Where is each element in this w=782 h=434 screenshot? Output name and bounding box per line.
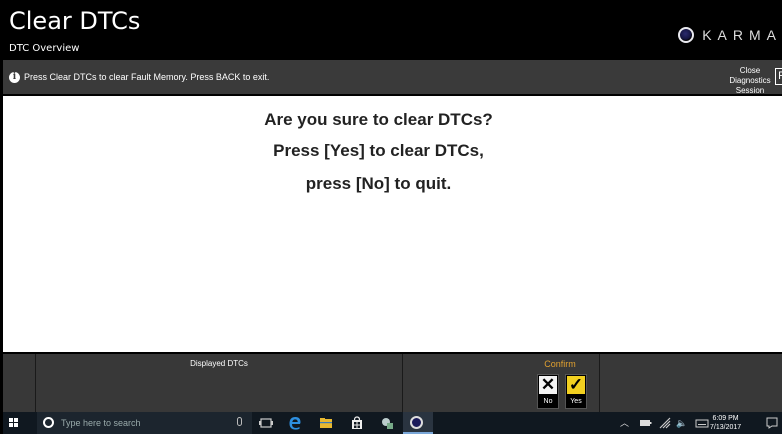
keyboard-icon[interactable] xyxy=(695,416,709,430)
page-subtitle: DTC Overview xyxy=(9,43,80,54)
confirm-no-instruction: press [No] to quit. xyxy=(305,174,452,193)
show-hidden-icons-icon[interactable]: ︿ xyxy=(620,412,629,434)
file-explorer-icon[interactable] xyxy=(319,416,333,430)
taskbar-search-box[interactable]: Type here to search xyxy=(37,412,252,434)
task-view-icon[interactable] xyxy=(259,416,273,430)
brand-name: KARMA xyxy=(702,27,782,43)
confirm-yes-instruction: Press [Yes] to clear DTCs, xyxy=(273,141,484,160)
wifi-icon[interactable] xyxy=(658,416,672,430)
yes-button[interactable]: ✓ Yes xyxy=(565,374,587,409)
yes-button-label: Yes xyxy=(570,398,582,405)
karma-app-taskbar-button[interactable] xyxy=(403,412,433,434)
confirm-question: Are you sure to clear DTCs? xyxy=(264,110,493,129)
microphone-icon[interactable] xyxy=(237,417,242,426)
windows-start-icon[interactable] xyxy=(9,418,19,428)
displayed-dtcs-label[interactable]: Displayed DTCs xyxy=(36,359,402,368)
karma-logo-icon xyxy=(410,416,423,429)
confirm-dialog-content: Are you sure to clear DTCs? Press [Yes] … xyxy=(3,94,782,352)
cortana-icon xyxy=(43,417,54,428)
close-diagnostics-session-button[interactable]: Close Diagnostics Session xyxy=(725,66,775,96)
toolbar-divider xyxy=(402,354,403,414)
app-icon[interactable] xyxy=(380,416,394,430)
page-title: Clear DTCs xyxy=(9,7,141,35)
checkmark-icon: ✓ xyxy=(567,375,585,394)
close-icon: ✕ xyxy=(539,375,557,394)
clock-date: 7/13/2017 xyxy=(710,424,742,431)
bottom-toolbar: Displayed DTCs Confirm ✕ No ✓ Yes xyxy=(3,352,782,414)
brand: KARMA xyxy=(678,27,782,43)
battery-icon[interactable] xyxy=(639,416,653,430)
app-window: Clear DTCs DTC Overview KARMA i Press Cl… xyxy=(3,3,782,434)
no-button[interactable]: ✕ No xyxy=(537,374,559,409)
info-bar: i Press Clear DTCs to clear Fault Memory… xyxy=(3,60,782,96)
volume-icon[interactable]: 🔈 xyxy=(676,412,687,434)
edge-browser-icon[interactable] xyxy=(288,416,302,430)
info-icon: i xyxy=(9,72,20,83)
exit-icon[interactable]: F xyxy=(775,68,782,85)
taskbar: Type here to search ︿ 🔈 6:09 PM 7/13/201… xyxy=(3,412,782,434)
notification-center-icon[interactable] xyxy=(765,416,779,430)
app-header: Clear DTCs DTC Overview KARMA xyxy=(3,3,782,60)
system-clock[interactable]: 6:09 PM 7/13/2017 xyxy=(710,414,741,432)
brand-logo-icon xyxy=(678,27,695,43)
no-button-label: No xyxy=(543,398,553,405)
toolbar-divider xyxy=(599,354,600,414)
info-message: Press Clear DTCs to clear Fault Memory. … xyxy=(24,72,270,82)
confirm-label: Confirm xyxy=(544,359,576,369)
store-icon[interactable] xyxy=(350,416,364,430)
search-placeholder: Type here to search xyxy=(61,418,141,428)
close-label-line1: Close Diagnostics xyxy=(729,66,771,85)
clock-time: 6:09 PM xyxy=(712,415,739,422)
